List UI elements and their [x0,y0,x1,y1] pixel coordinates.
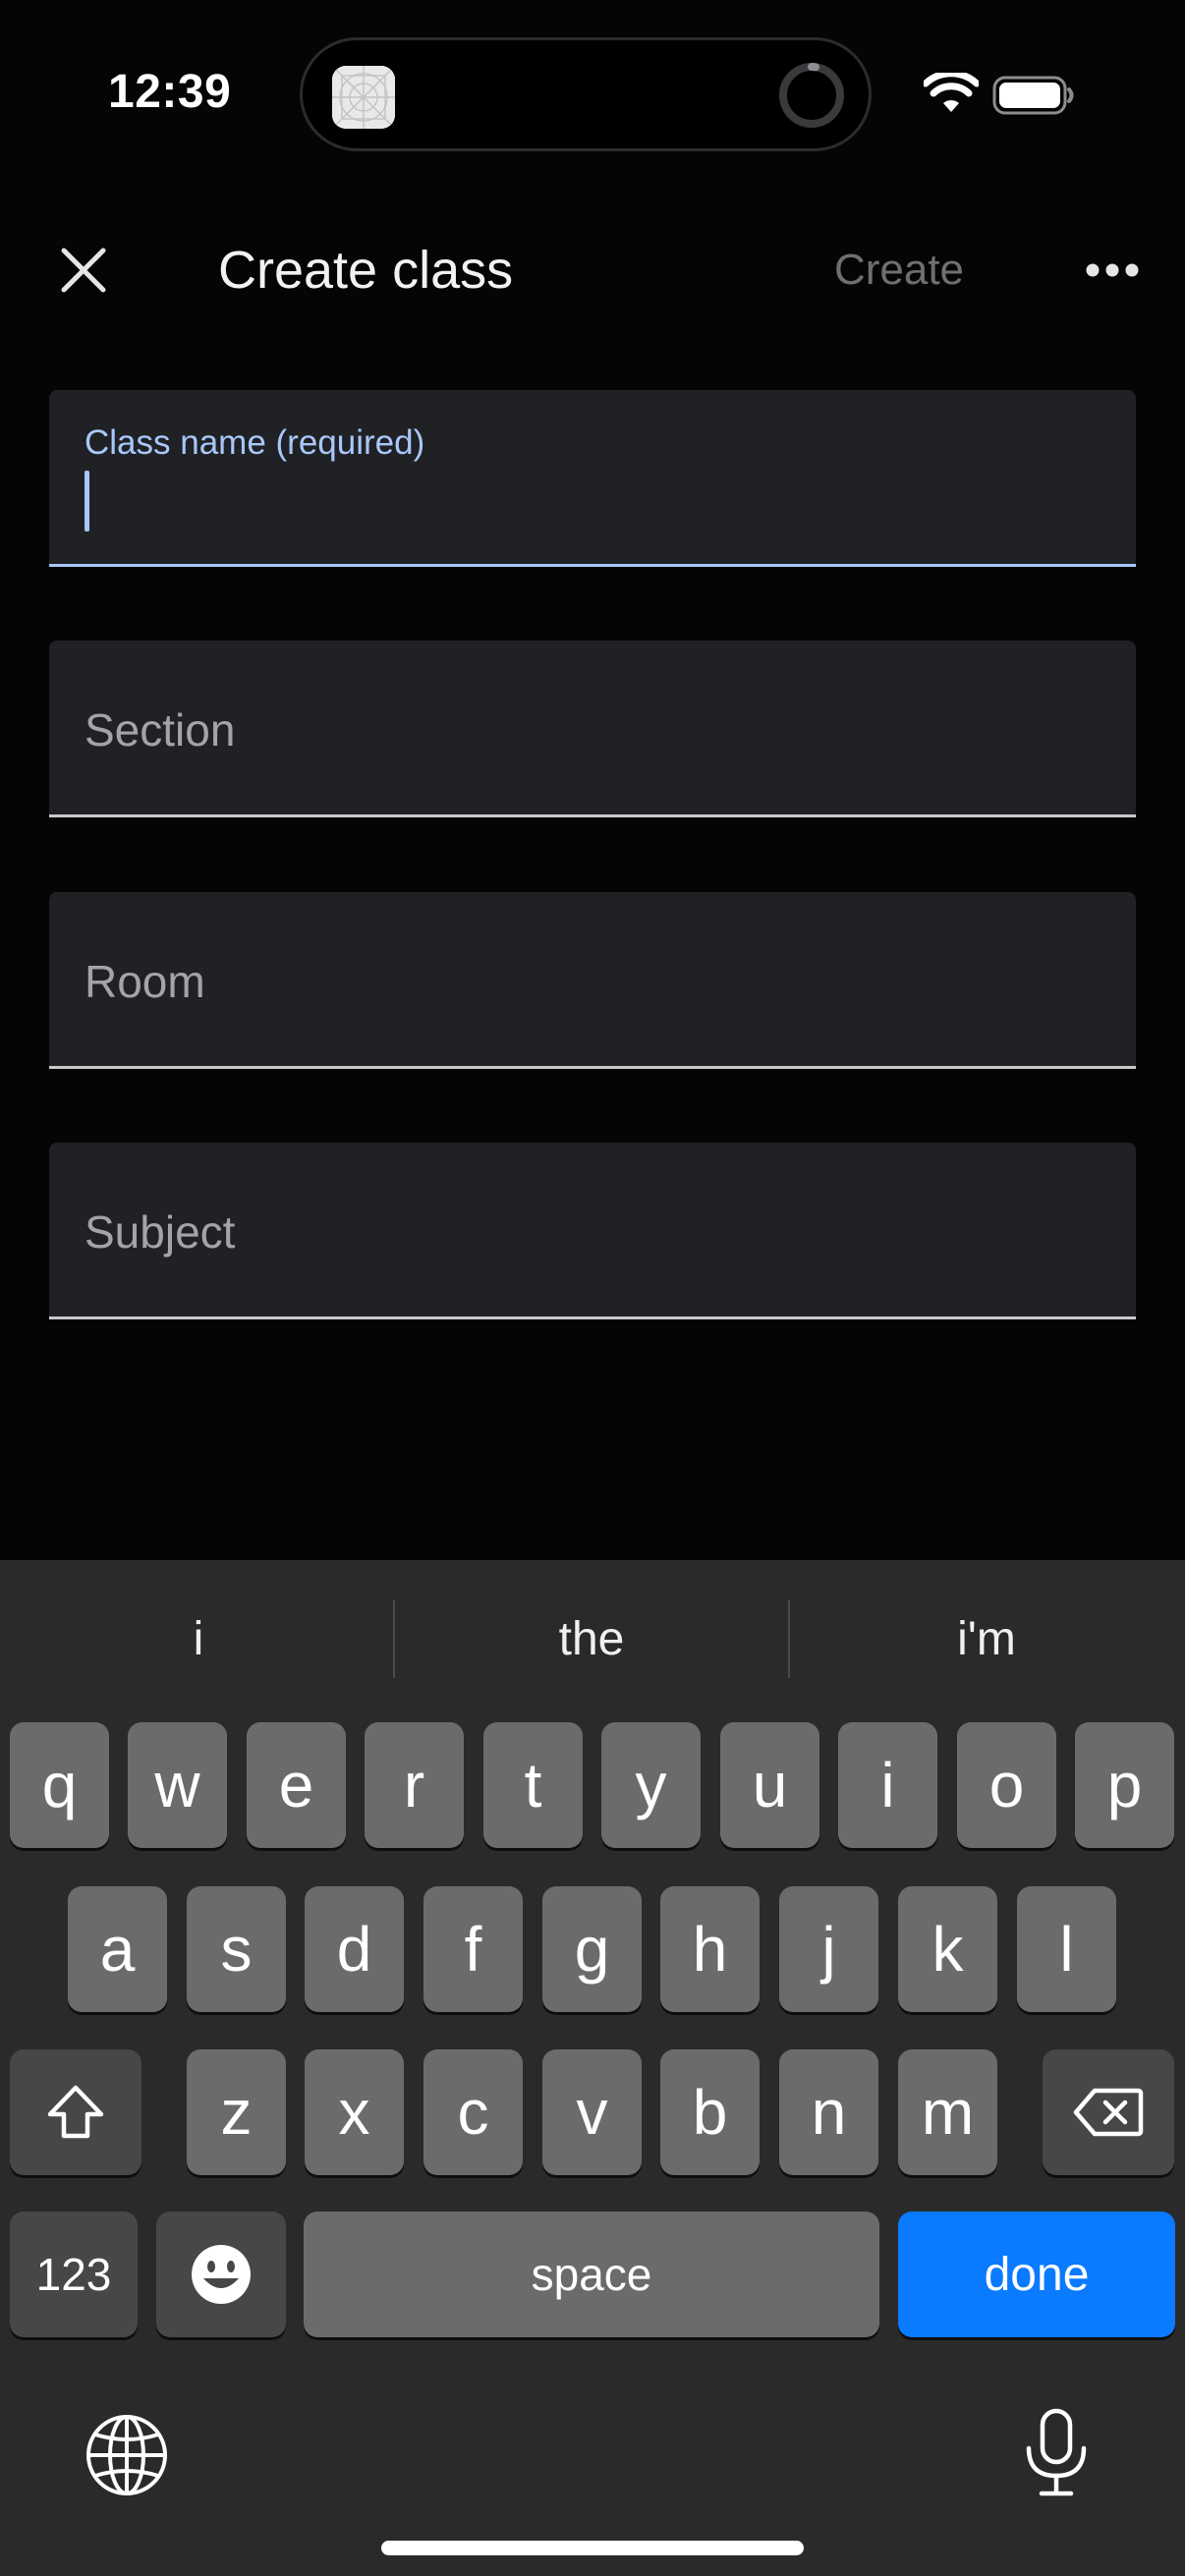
key-l[interactable]: l [1017,1886,1116,2012]
dynamic-island [300,37,872,151]
key-g[interactable]: g [542,1886,642,2012]
microphone-icon[interactable] [1020,2407,1093,2499]
status-bar: 12:39 [0,0,1185,187]
close-icon [61,248,106,293]
key-w[interactable]: w [128,1722,227,1848]
shift-icon [47,2085,104,2139]
key-e[interactable]: e [247,1722,346,1848]
key-a[interactable]: a [68,1886,167,2012]
globe-icon[interactable] [85,2413,169,2497]
suggestion-1[interactable]: i [2,1597,395,1680]
app-bar: Create class Create [0,206,1185,334]
key-n[interactable]: n [779,2049,878,2175]
key-z[interactable]: z [187,2049,286,2175]
suggestion-3[interactable]: i'm [790,1597,1183,1680]
shift-key[interactable] [10,2049,141,2175]
section-field[interactable]: Section [49,641,1136,817]
emoji-icon [192,2245,251,2304]
suggestion-2[interactable]: the [395,1597,788,1680]
key-q[interactable]: q [10,1722,109,1848]
spinner-icon [779,63,844,128]
space-key[interactable]: space [304,2212,879,2337]
class-name-label: Class name (required) [85,423,425,462]
status-time: 12:39 [108,66,232,118]
emoji-key[interactable] [156,2212,286,2337]
key-x[interactable]: x [305,2049,404,2175]
subject-field[interactable]: Subject [49,1143,1136,1319]
key-o[interactable]: o [957,1722,1056,1848]
page-title: Create class [218,241,514,300]
key-y[interactable]: y [601,1722,701,1848]
home-indicator[interactable] [381,2541,804,2555]
done-key[interactable]: done [898,2212,1175,2337]
keyboard: i the i'm q w e r t y u i o p a s d f g … [0,1560,1185,2576]
key-h[interactable]: h [660,1886,760,2012]
key-d[interactable]: d [305,1886,404,2012]
numbers-key[interactable]: 123 [10,2212,138,2337]
key-m[interactable]: m [898,2049,997,2175]
battery-icon [992,76,1074,115]
key-c[interactable]: c [423,2049,523,2175]
section-placeholder: Section [85,704,236,756]
close-button[interactable] [39,226,128,314]
wifi-icon [924,73,979,112]
room-field[interactable]: Room [49,892,1136,1069]
room-placeholder: Room [85,956,205,1007]
backspace-key[interactable] [1043,2049,1174,2175]
more-options-button[interactable] [1071,231,1154,309]
key-u[interactable]: u [720,1722,819,1848]
key-f[interactable]: f [423,1886,523,2012]
key-t[interactable]: t [483,1722,583,1848]
key-b[interactable]: b [660,2049,760,2175]
key-i[interactable]: i [838,1722,937,1848]
key-s[interactable]: s [187,1886,286,2012]
class-name-field[interactable]: Class name (required) [49,390,1136,567]
key-k[interactable]: k [898,1886,997,2012]
key-r[interactable]: r [365,1722,464,1848]
app-icon [332,66,395,129]
key-j[interactable]: j [779,1886,878,2012]
create-button[interactable]: Create [806,234,992,307]
subject-placeholder: Subject [85,1206,236,1258]
suggestion-bar: i the i'm [0,1560,1185,1717]
key-p[interactable]: p [1075,1722,1174,1848]
more-horizontal-icon [1086,263,1139,277]
key-v[interactable]: v [542,2049,642,2175]
text-cursor [85,471,89,532]
backspace-icon [1073,2088,1144,2137]
